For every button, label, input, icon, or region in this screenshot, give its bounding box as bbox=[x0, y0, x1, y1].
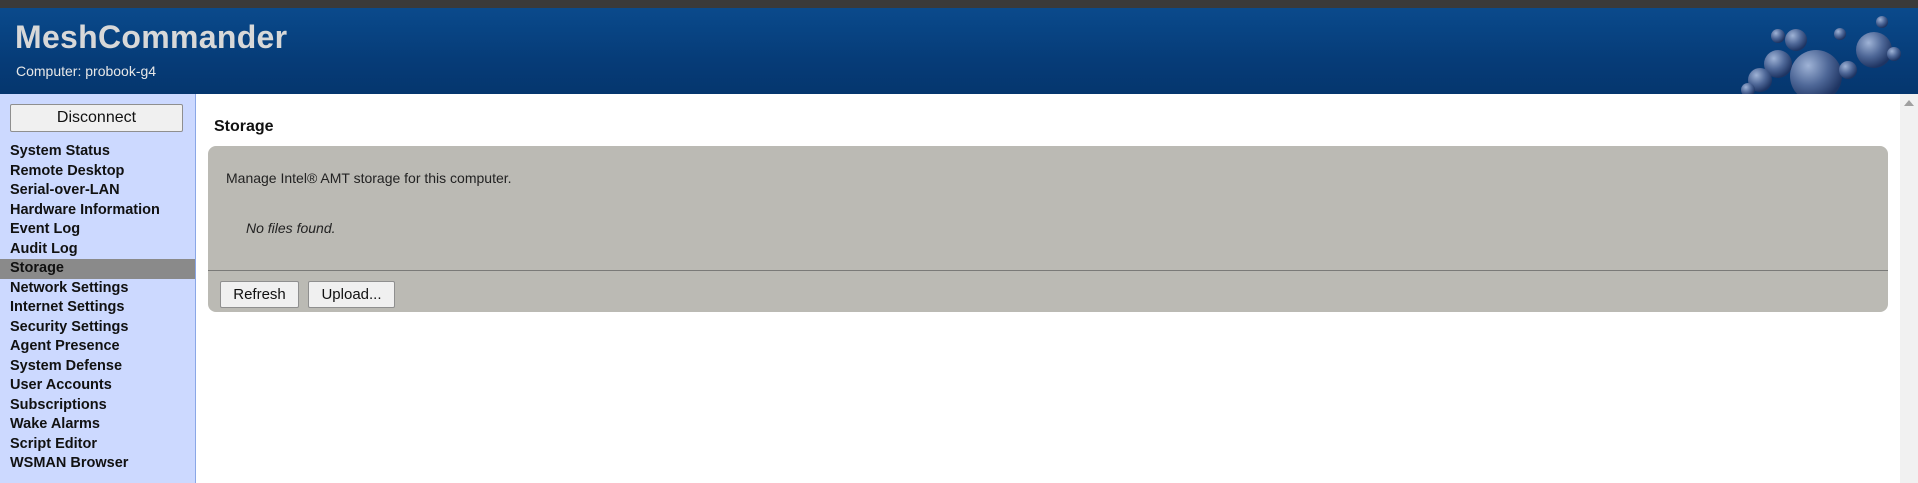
scroll-up-icon[interactable] bbox=[1904, 100, 1914, 106]
vertical-scrollbar[interactable] bbox=[1900, 94, 1918, 483]
panel-divider bbox=[208, 270, 1888, 271]
sidebar-item-agent-presence[interactable]: Agent Presence bbox=[0, 337, 195, 357]
page-title: Storage bbox=[214, 118, 274, 135]
window-top-bar bbox=[0, 0, 1918, 8]
disconnect-button[interactable]: Disconnect bbox=[10, 104, 183, 132]
sidebar-item-script-editor[interactable]: Script Editor bbox=[0, 435, 195, 455]
sidebar-item-system-defense[interactable]: System Defense bbox=[0, 357, 195, 377]
sidebar-item-wsman-browser[interactable]: WSMAN Browser bbox=[0, 454, 195, 474]
sidebar-item-hardware-information[interactable]: Hardware Information bbox=[0, 201, 195, 221]
sidebar-item-system-status[interactable]: System Status bbox=[0, 142, 195, 162]
app-header: MeshCommander Computer: probook-g4 bbox=[0, 8, 1918, 94]
sidebar-item-event-log[interactable]: Event Log bbox=[0, 220, 195, 240]
panel-description: Manage Intel® AMT storage for this compu… bbox=[226, 170, 512, 186]
sidebar-item-internet-settings[interactable]: Internet Settings bbox=[0, 298, 195, 318]
empty-files-message: No files found. bbox=[246, 220, 336, 236]
main-content: Storage Manage Intel® AMT storage for th… bbox=[196, 94, 1894, 483]
bubbles-logo-icon bbox=[1741, 16, 1901, 94]
sidebar-item-wake-alarms[interactable]: Wake Alarms bbox=[0, 415, 195, 435]
sidebar-item-user-accounts[interactable]: User Accounts bbox=[0, 376, 195, 396]
computer-name: Computer: probook-g4 bbox=[16, 63, 157, 79]
app-title: MeshCommander bbox=[15, 19, 288, 55]
sidebar-item-security-settings[interactable]: Security Settings bbox=[0, 318, 195, 338]
storage-panel: Manage Intel® AMT storage for this compu… bbox=[208, 146, 1888, 312]
sidebar-item-storage[interactable]: Storage bbox=[0, 259, 195, 279]
sidebar-item-serial-over-lan[interactable]: Serial-over-LAN bbox=[0, 181, 195, 201]
sidebar-item-remote-desktop[interactable]: Remote Desktop bbox=[0, 162, 195, 182]
refresh-button[interactable]: Refresh bbox=[220, 281, 299, 308]
sidebar-item-audit-log[interactable]: Audit Log bbox=[0, 240, 195, 260]
sidebar-nav: System Status Remote Desktop Serial-over… bbox=[0, 142, 195, 474]
upload-button[interactable]: Upload... bbox=[308, 281, 395, 308]
sidebar: Disconnect System Status Remote Desktop … bbox=[0, 94, 196, 483]
sidebar-item-subscriptions[interactable]: Subscriptions bbox=[0, 396, 195, 416]
sidebar-item-network-settings[interactable]: Network Settings bbox=[0, 279, 195, 299]
